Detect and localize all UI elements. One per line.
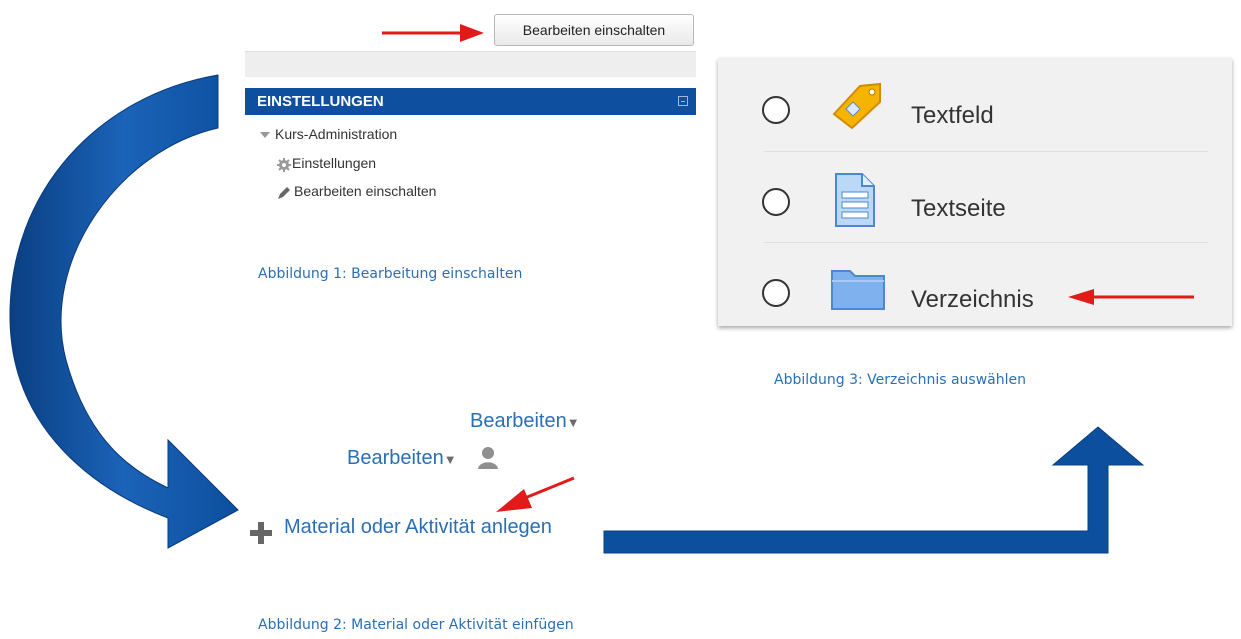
pencil-icon — [278, 187, 290, 199]
user-icon — [478, 447, 498, 469]
activity-chooser: Textfeld Textseite Verzeichnis — [718, 58, 1232, 326]
curved-flow-arrow — [9, 74, 239, 549]
edit-menu-1[interactable]: Bearbeiten▼ — [470, 410, 580, 433]
option-label: Verzeichnis — [911, 286, 1034, 313]
collapse-icon[interactable] — [678, 96, 688, 106]
toolbar-strip — [245, 51, 696, 77]
caret-down-icon: ▼ — [443, 452, 457, 467]
tag-icon — [832, 82, 881, 130]
settings-title: EINSTELLUNGEN — [257, 93, 384, 110]
elbow-flow-arrow — [603, 426, 1145, 554]
radio-button[interactable] — [762, 96, 790, 124]
tree-item-label: Bearbeiten einschalten — [294, 183, 437, 199]
folder-icon — [831, 270, 885, 310]
edit-menu-label: Bearbeiten — [347, 447, 444, 469]
figure-3-caption: Abbildung 3: Verzeichnis auswählen — [774, 372, 1026, 388]
tree-item-label: Einstellungen — [292, 155, 377, 171]
edit-mode-button[interactable]: Bearbeiten einschalten — [494, 14, 694, 46]
option-textfeld[interactable]: Textfeld — [718, 58, 1232, 154]
edit-menu-2[interactable]: Bearbeiten▼ — [347, 447, 457, 470]
option-textseite[interactable]: Textseite — [718, 152, 1232, 248]
edit-menu-label: Bearbeiten — [470, 410, 567, 432]
pointer-arrow-1 — [382, 24, 484, 42]
settings-block-header: EINSTELLUNGEN — [245, 88, 696, 115]
option-label: Textseite — [911, 195, 1006, 222]
plus-icon — [250, 522, 272, 544]
pointer-arrow-3 — [1068, 289, 1194, 305]
figure-1-caption: Abbildung 1: Bearbeitung einschalten — [258, 266, 523, 282]
page-icon — [835, 173, 875, 227]
caret-down-icon: ▼ — [566, 415, 580, 430]
pointer-arrow-2 — [496, 476, 575, 512]
option-label: Textfeld — [911, 102, 994, 129]
gear-icon — [277, 158, 291, 172]
triangle-down-icon — [260, 132, 270, 138]
add-activity-label: Material oder Aktivität anlegen — [284, 516, 552, 538]
radio-button[interactable] — [762, 279, 790, 307]
tree-root-label: Kurs-Administration — [275, 126, 398, 142]
figure-2-caption: Abbildung 2: Material oder Aktivität ein… — [258, 617, 574, 633]
radio-button[interactable] — [762, 188, 790, 216]
